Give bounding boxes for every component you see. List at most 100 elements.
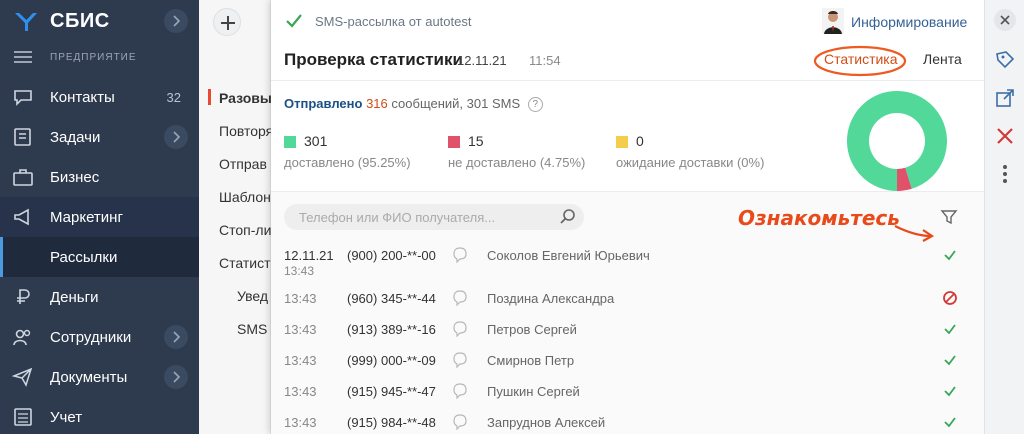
table-row[interactable]: 13:43 (915) 984-**-48 Запруднов Алексей — [271, 409, 984, 434]
search-placeholder: Телефон или ФИО получателя... — [299, 210, 496, 225]
nav-item-label: Деньги — [50, 289, 99, 306]
nav-item-label: Учет — [50, 409, 83, 426]
nav-item-label: Рассылки — [50, 249, 118, 266]
avatar[interactable] — [822, 8, 844, 34]
table-row[interactable]: 13:43 (960) 345-**-44 Поздина Александра — [271, 285, 984, 316]
annotation-arrow-icon — [894, 225, 935, 242]
sent-count: 316 — [366, 96, 388, 111]
megaphone-icon — [14, 208, 29, 226]
close-icon[interactable] — [993, 8, 1017, 32]
add-button[interactable] — [213, 8, 241, 36]
row-time: 13:43 — [284, 291, 317, 306]
sent-details: сообщений, 301 SMS — [391, 96, 521, 111]
row-phone: (900) 200-**-00 — [347, 248, 436, 263]
nav-item-label: Документы — [50, 369, 128, 386]
nav-item-money[interactable]: Деньги — [0, 277, 199, 317]
brand-chevron-icon[interactable] — [164, 9, 188, 33]
delivered-check-icon — [944, 250, 956, 261]
delivered-check-icon — [944, 355, 956, 366]
nav-item-label: Бизнес — [50, 169, 100, 186]
contacts-count-badge: 32 — [166, 90, 181, 105]
submenu-item-templates[interactable]: Шаблон — [219, 189, 271, 205]
nav-item-contacts[interactable]: Контакты 32 — [0, 77, 199, 117]
more-options-icon[interactable] — [993, 162, 1017, 186]
viber-icon — [453, 247, 467, 263]
main-navigation: СБИС ПРЕДПРИЯТИЕ Контакты 32 Задачи Бизн… — [0, 0, 199, 434]
viber-icon — [453, 414, 467, 430]
nav-item-label: Контакты — [50, 89, 115, 106]
delivery-donut-chart — [847, 91, 947, 191]
delivered-value: 301 — [304, 133, 328, 149]
nav-item-documents[interactable]: Документы — [0, 357, 199, 397]
nav-item-business[interactable]: Бизнес — [0, 157, 199, 197]
chevron-right-icon[interactable] — [164, 365, 188, 389]
nav-item-accounting[interactable]: Учет — [0, 397, 199, 434]
help-icon[interactable]: ? — [527, 97, 543, 113]
tag-icon[interactable] — [993, 48, 1017, 72]
failed-caption: не доставлено (4.75%) — [448, 155, 586, 170]
legend-swatch — [616, 136, 628, 148]
chevron-right-icon[interactable] — [164, 325, 188, 349]
submenu-item-sms[interactable]: SMS — [237, 321, 267, 337]
table-row[interactable]: 13:43 (913) 389-**-16 Петров Сергей — [271, 316, 984, 347]
table-row[interactable]: 13:43 (999) 000-**-09 Смирнов Петр — [271, 347, 984, 378]
row-recipient: Пушкин Сергей — [487, 384, 580, 399]
delivered-check-icon — [944, 417, 956, 428]
submenu-item-recurring[interactable]: Повторя — [219, 123, 273, 139]
nav-item-employees[interactable]: Сотрудники — [0, 317, 199, 357]
table-row[interactable]: 12.11.21 13:43 (900) 200-**-00 Соколов Е… — [271, 242, 984, 278]
row-recipient: Петров Сергей — [487, 322, 577, 337]
submenu-item-sent[interactable]: Отправ — [219, 156, 267, 172]
paper-plane-icon — [12, 367, 33, 387]
brand-header: СБИС — [0, 0, 199, 44]
filter-icon[interactable] — [940, 208, 958, 226]
brand-name: СБИС — [50, 10, 110, 32]
open-new-window-icon[interactable] — [993, 86, 1017, 110]
tasks-icon — [14, 128, 31, 146]
search-input[interactable]: Телефон или ФИО получателя... — [284, 204, 584, 230]
pending-caption: ожидание доставки (0%) — [616, 155, 765, 170]
menu-icon[interactable] — [14, 51, 32, 63]
nav-item-label: Маркетинг — [50, 209, 123, 226]
legend-swatch — [448, 136, 460, 148]
sent-summary: Отправлено 316 сообщений, 301 SMS ? — [284, 96, 543, 113]
row-phone: (915) 984-**-48 — [347, 415, 436, 430]
row-phone: (999) 000-**-09 — [347, 353, 436, 368]
delivery-summary: Отправлено 316 сообщений, 301 SMS ? 301 … — [271, 80, 984, 192]
row-phone: (960) 345-**-44 — [347, 291, 436, 306]
delivered-caption: доставлено (95.25%) — [284, 155, 411, 170]
table-row[interactable]: 13:43 (915) 945-**-47 Пушкин Сергей — [271, 378, 984, 409]
viber-icon — [453, 290, 467, 306]
nav-item-label: Сотрудники — [50, 329, 132, 346]
mailings-submenu: Разовые Повторя Отправ Шаблон Стоп-ли Ст… — [199, 0, 280, 434]
tab-statistics[interactable]: Статистика — [824, 51, 898, 67]
submenu-item-stoplist[interactable]: Стоп-ли — [219, 222, 271, 238]
page-title: Проверка статистики — [284, 50, 463, 69]
viber-icon — [453, 321, 467, 337]
tab-feed[interactable]: Лента — [923, 51, 962, 67]
delete-icon[interactable] — [993, 124, 1017, 148]
row-date: 12.11.21 — [284, 248, 334, 263]
mailing-card-panel: SMS-рассылка от autotest Информирование … — [271, 0, 984, 434]
submenu-item-statistics[interactable]: Статист — [219, 255, 271, 271]
row-time: 13:43 — [284, 353, 317, 368]
briefcase-icon — [13, 169, 33, 186]
calculator-icon — [14, 408, 32, 426]
nav-item-tasks[interactable]: Задачи — [0, 117, 199, 157]
delivered-check-icon — [944, 386, 956, 397]
panel-toolbar — [984, 0, 1024, 434]
nav-item-mailings[interactable]: Рассылки — [0, 237, 199, 277]
row-recipient: Соколов Евгений Юрьевич — [487, 248, 650, 263]
search-icon[interactable] — [558, 207, 578, 227]
row-time: 13:43 — [284, 415, 317, 430]
chevron-right-icon[interactable] — [164, 125, 188, 149]
legend-swatch — [284, 136, 296, 148]
sbis-logo-icon — [15, 13, 37, 31]
pending-value: 0 — [636, 133, 644, 149]
submenu-item-notifications[interactable]: Увед — [237, 288, 268, 304]
sender-link[interactable]: Информирование — [851, 14, 967, 30]
panel-header: SMS-рассылка от autotest Информирование … — [271, 0, 984, 80]
nav-item-marketing[interactable]: Маркетинг — [0, 197, 199, 237]
organization-row[interactable]: ПРЕДПРИЯТИЕ — [0, 44, 199, 70]
donut-slice-1 — [896, 167, 912, 191]
